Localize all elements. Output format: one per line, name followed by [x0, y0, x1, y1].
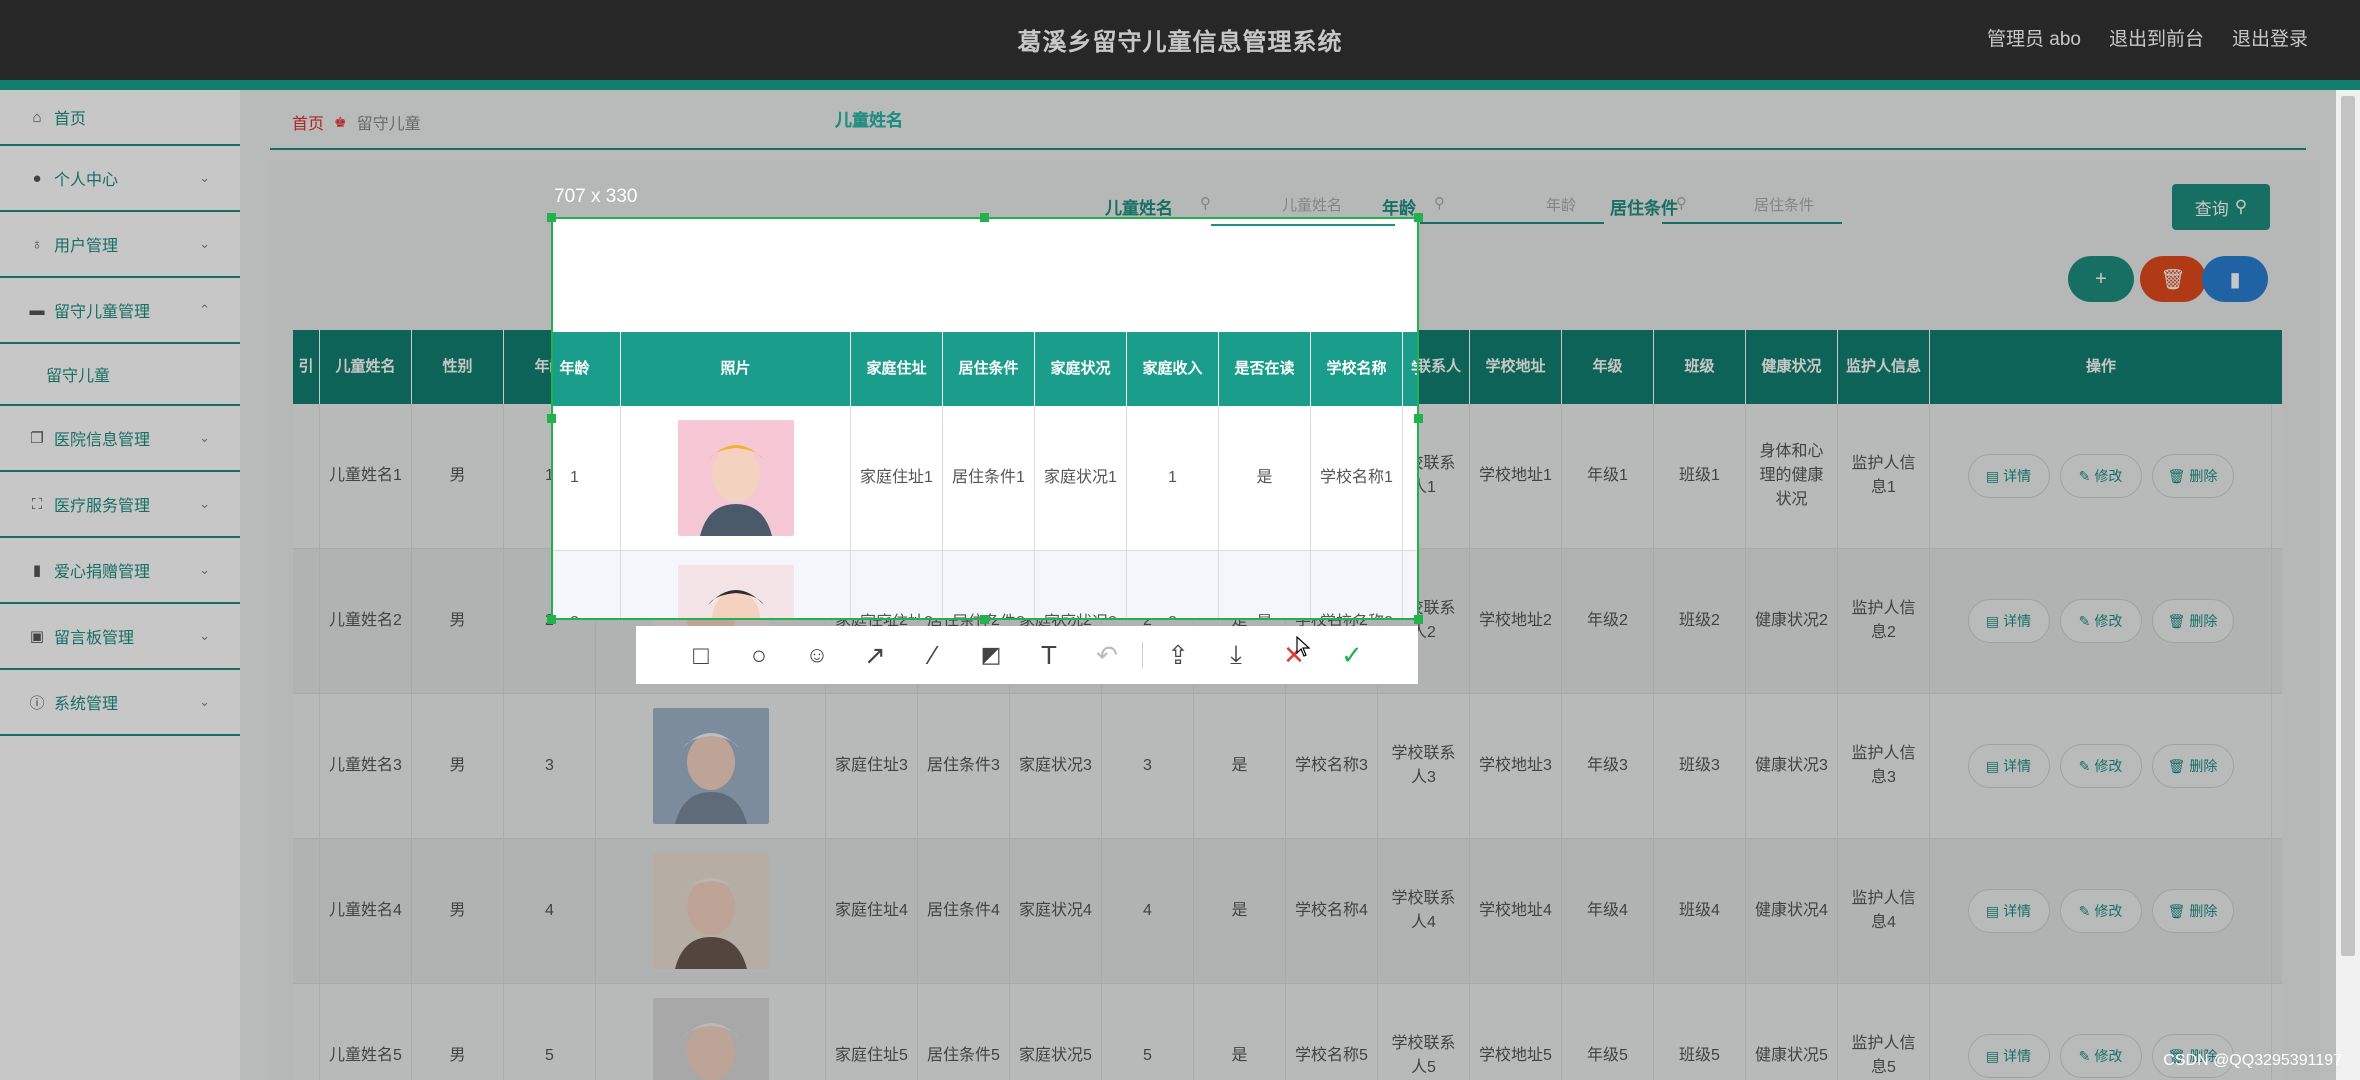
text-icon[interactable]: T	[1020, 626, 1078, 684]
resize-handle[interactable]	[547, 615, 556, 624]
column-header: 居住条件	[943, 332, 1035, 406]
page-scrollbar[interactable]	[2336, 90, 2360, 1080]
table-cell-family: 家庭状况2	[1035, 551, 1127, 618]
child-photo[interactable]	[677, 420, 794, 536]
resize-handle[interactable]	[1414, 615, 1423, 624]
table-row: 儿童姓名2男2家庭住址2居住条件2家庭状况22是学校名称2学校联系人2学校地址2…	[553, 551, 1417, 620]
mosaic-icon[interactable]: ◩	[962, 626, 1020, 684]
scrollbar-thumb[interactable]	[2341, 96, 2355, 956]
capture-dim-bottom	[0, 620, 2360, 1080]
resize-handle[interactable]	[547, 414, 556, 423]
table-cell-living: 居住条件1	[943, 406, 1035, 550]
table-cell-contact: 学校联系人2	[1403, 551, 1417, 618]
child-name-input[interactable]: ⚲ 儿童姓名	[1211, 219, 1395, 226]
capture-dim-top	[0, 0, 2360, 217]
capture-dim-right	[1419, 217, 2360, 620]
column-header: 学校联系人	[1403, 332, 1417, 406]
arrow-icon[interactable]: ↗	[846, 626, 904, 684]
rectangle-icon[interactable]: □	[672, 626, 730, 684]
capture-dim-left	[0, 217, 551, 620]
table-cell-school-flag: 是	[1219, 406, 1311, 550]
column-header: 学校名称	[1311, 332, 1403, 406]
column-header: 年龄	[553, 332, 621, 406]
table-cell-photo	[621, 551, 851, 620]
resize-handle[interactable]	[980, 213, 989, 222]
table-cell-age: 2	[553, 551, 621, 618]
resize-handle[interactable]	[1414, 213, 1423, 222]
capture-selection-content: 首页 ♚ 留守儿童 儿童姓名 儿童姓名 ⚲ 儿童姓名 年龄 ⚲ 年龄 居住条件 …	[553, 111, 1417, 620]
column-header: 家庭收入	[1127, 332, 1219, 406]
column-header: 家庭住址	[851, 332, 943, 406]
share-icon[interactable]: ⇪	[1149, 626, 1207, 684]
table-body: 儿童姓名1男1家庭住址1居住条件1家庭状况11是学校名称1学校联系人1学校地址1…	[553, 406, 1417, 620]
resize-handle[interactable]	[547, 213, 556, 222]
column-header: 是否在读	[1219, 332, 1311, 406]
table-header: 引 儿童姓名 性别 年龄 照片 家庭住址 居住条件 家庭状况 家庭收入 是否在读…	[553, 332, 1417, 406]
resize-handle[interactable]	[980, 615, 989, 624]
capture-selection[interactable]: 首页 ♚ 留守儿童 儿童姓名 儿童姓名 ⚲ 儿童姓名 年龄 ⚲ 年龄 居住条件 …	[551, 111, 1419, 620]
capture-size-label: 707 x 330	[554, 186, 638, 207]
table-cell-family: 家庭状况1	[1035, 406, 1127, 550]
watermark: CSDN @QQ3295391197	[2163, 1052, 2342, 1069]
pen-icon[interactable]: ⁄	[904, 626, 962, 684]
table-cell-photo	[621, 406, 851, 550]
table-cell-address: 家庭住址2	[851, 551, 943, 618]
confirm-icon[interactable]: ✓	[1323, 626, 1381, 684]
capture-preview: 首页 ♚ 留守儿童 儿童姓名 儿童姓名 ⚲ 儿童姓名 年龄 ⚲ 年龄 居住条件 …	[553, 111, 1417, 620]
table-cell-school: 学校名称1	[1311, 406, 1403, 550]
column-header: 家庭状况	[1035, 332, 1127, 406]
table-cell-address: 家庭住址1	[851, 406, 943, 550]
table-cell-school-flag: 是	[1219, 551, 1311, 618]
children-table: 引 儿童姓名 性别 年龄 照片 家庭住址 居住条件 家庭状况 家庭收入 是否在读…	[553, 332, 1417, 620]
child-name-label: 儿童姓名	[1130, 219, 1198, 221]
table-cell-school: 学校名称2	[1311, 551, 1403, 618]
download-icon[interactable]: ⤓	[1207, 626, 1265, 684]
table-row: 儿童姓名1男1家庭住址1居住条件1家庭状况11是学校名称1学校联系人1学校地址1…	[553, 406, 1417, 551]
table-cell-income: 1	[1127, 406, 1219, 550]
emoji-icon[interactable]: ☺	[788, 626, 846, 684]
table-cell-age: 1	[553, 406, 621, 550]
toolbar-divider	[1142, 642, 1143, 668]
table-cell-living: 居住条件2	[943, 551, 1035, 618]
mouse-cursor-icon	[1296, 636, 1311, 657]
table-cell-contact: 学校联系人1	[1403, 406, 1417, 550]
table-cell-income: 2	[1127, 551, 1219, 618]
child-photo[interactable]	[677, 565, 794, 620]
ellipse-icon[interactable]: ○	[730, 626, 788, 684]
column-header: 照片	[621, 332, 851, 406]
undo-icon[interactable]: ↶	[1078, 626, 1136, 684]
resize-handle[interactable]	[1414, 414, 1423, 423]
cancel-icon[interactable]: ✕	[1265, 626, 1323, 684]
